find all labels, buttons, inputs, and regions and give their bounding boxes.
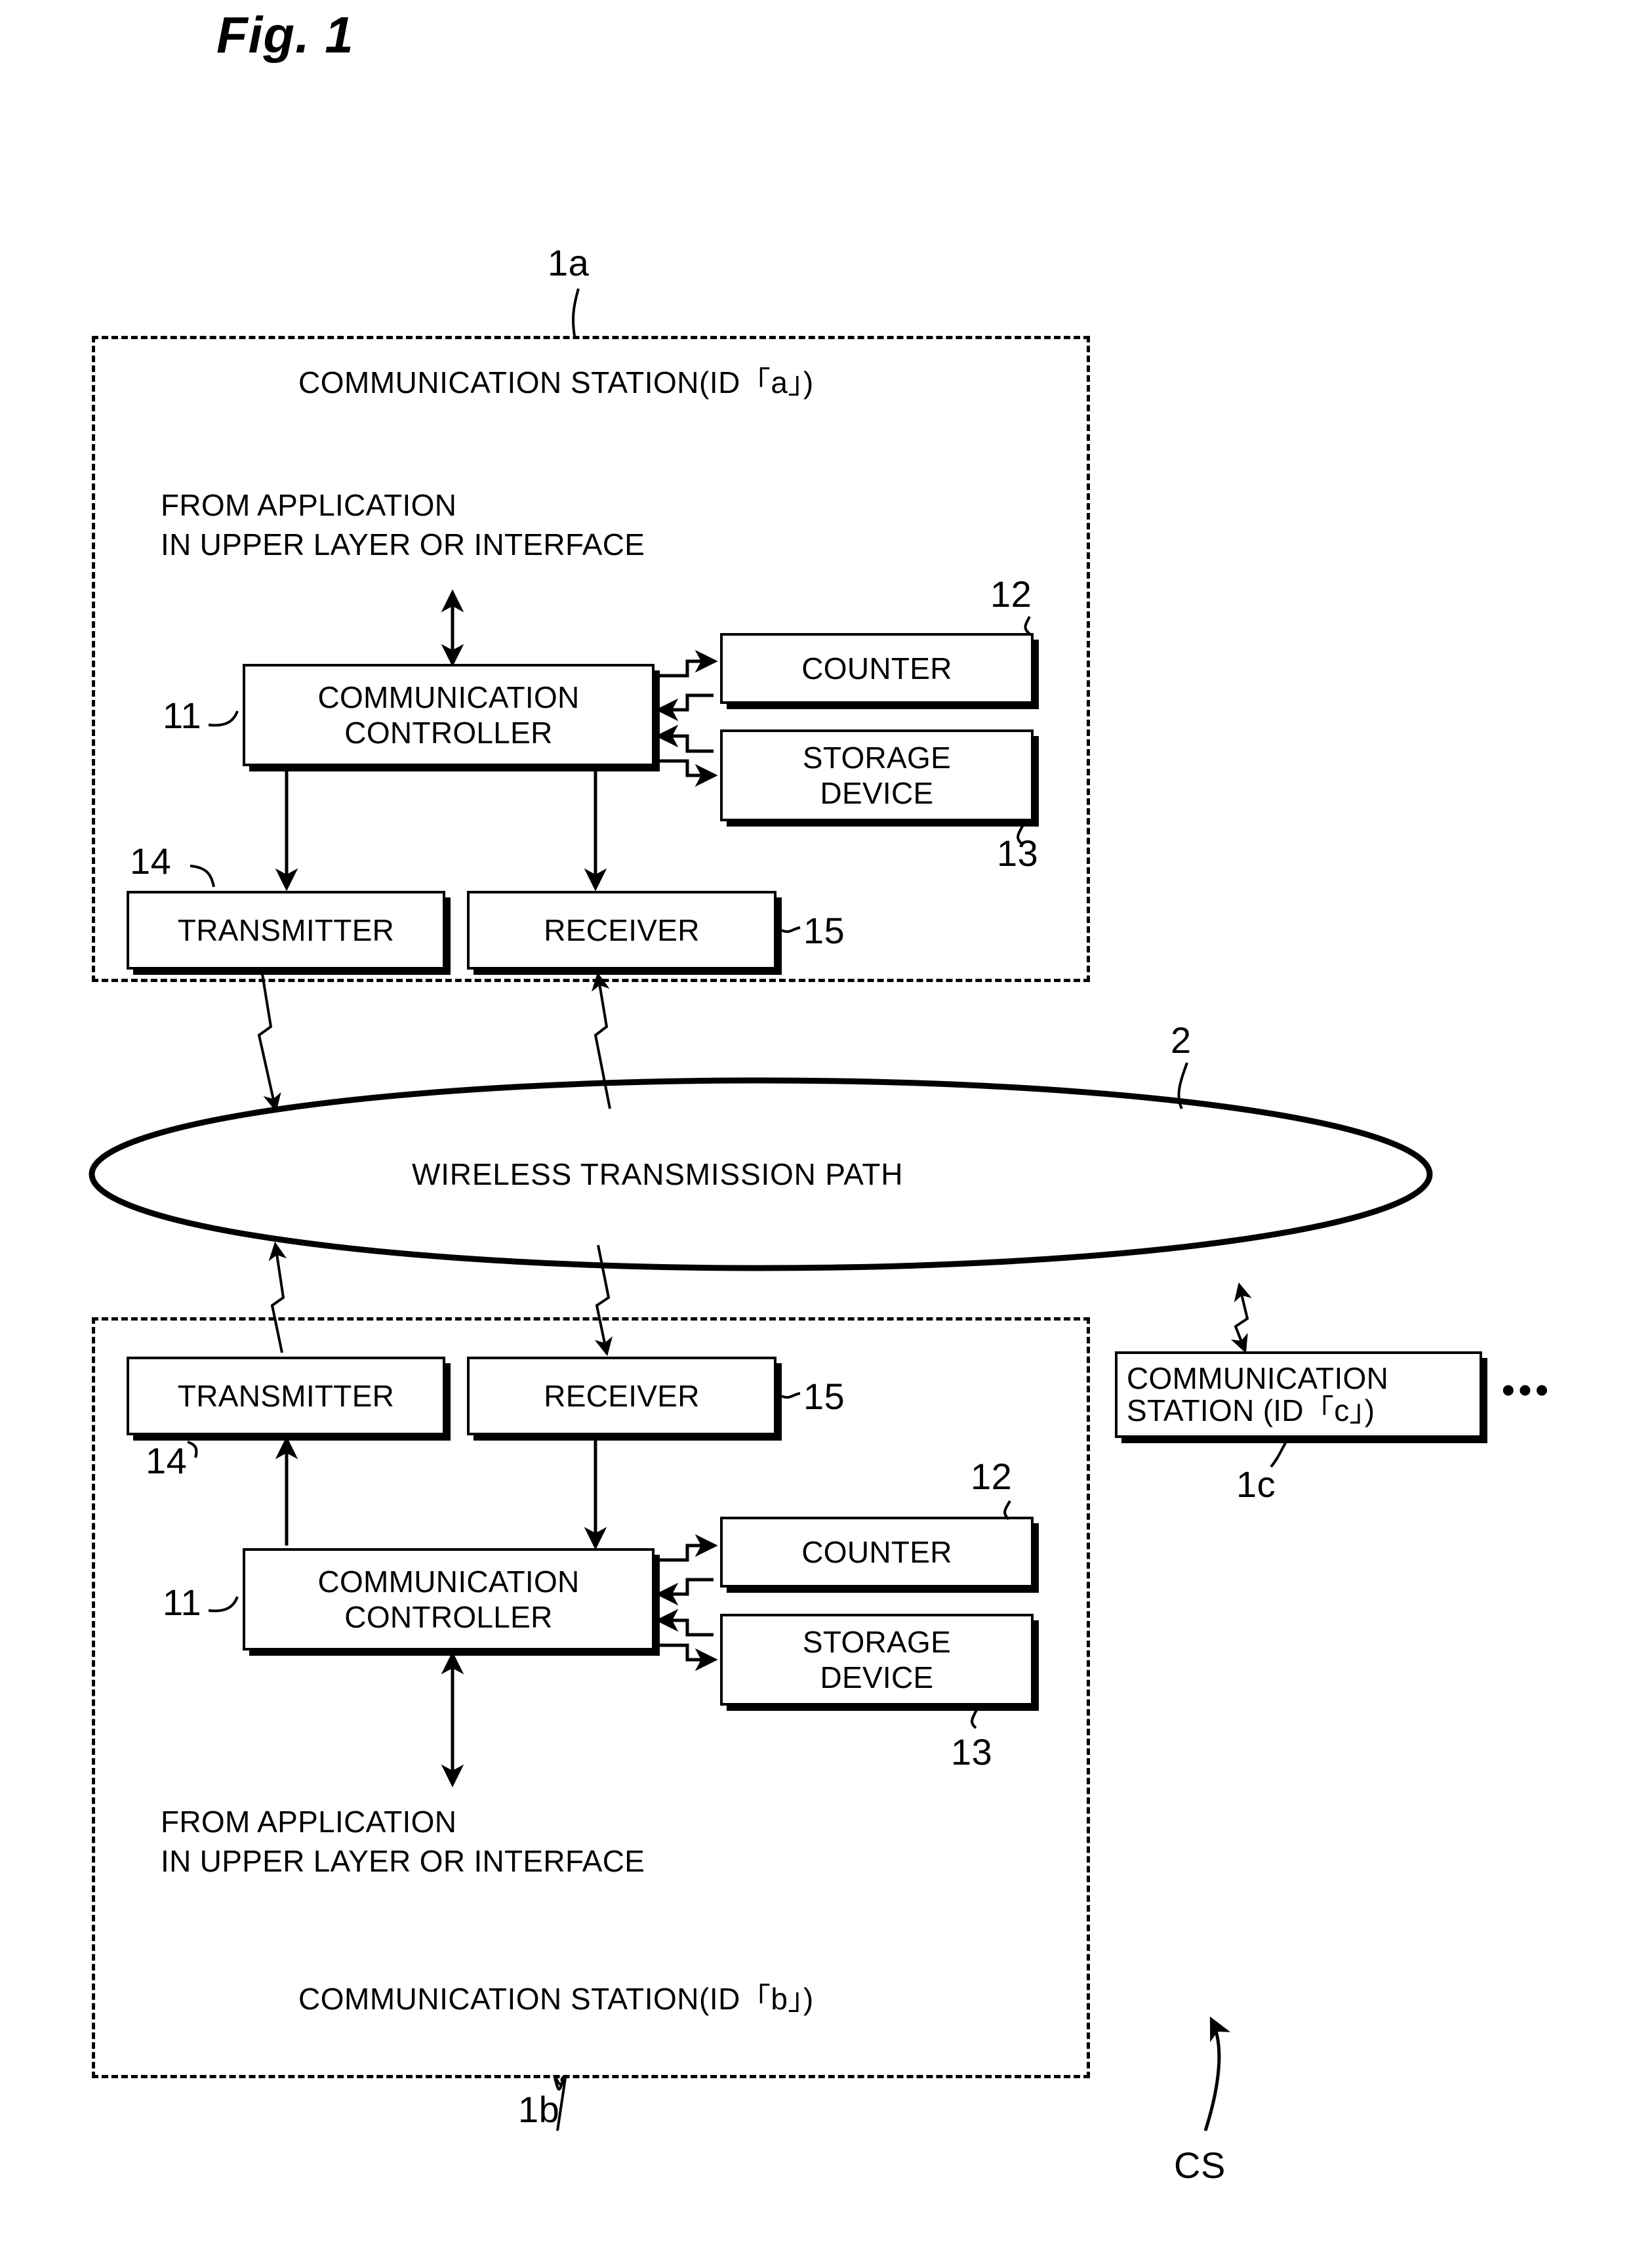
leader-cs-arrow: [1203, 2017, 1231, 2131]
leader-1a: [572, 288, 580, 337]
leader-b-13: [971, 1708, 978, 1729]
rf-link-b-receive: [594, 1244, 613, 1357]
arrow-a-controller-to-storage: [657, 759, 718, 787]
leader-a-13: [1017, 825, 1024, 845]
leader-1c: [1270, 1440, 1288, 1468]
arrow-a-controller-to-counter: [657, 649, 718, 678]
leader-a-15: [781, 926, 801, 933]
rf-link-a-receive: [592, 972, 611, 1109]
arrow-b-controller-to-counter: [657, 1534, 718, 1562]
connector-layer: [89, 288, 1433, 2131]
arrow-a-storage-to-controller: [655, 724, 714, 753]
arrow-b-storage-to-controller: [655, 1609, 714, 1637]
rf-link-a-transmit: [257, 974, 281, 1113]
wireless-transmission-path-ellipse: [89, 1077, 1433, 1271]
leader-a-12: [1024, 616, 1032, 636]
leader-b-12: [1003, 1500, 1011, 1521]
rf-link-b-transmit: [268, 1241, 287, 1353]
leader-a-14: [190, 865, 215, 888]
leader-b-14: [187, 1441, 198, 1458]
arrow-b-controller-to-storage: [657, 1643, 718, 1671]
leader-b-11: [208, 1596, 239, 1612]
leader-b-15: [781, 1392, 801, 1399]
figure-canvas: Fig. 1 1a COMMUNICATION STATION(ID「a」) F…: [0, 0, 1652, 2256]
arrow-b-counter-to-controller: [655, 1578, 714, 1606]
arrow-a-counter-to-controller: [655, 693, 714, 722]
leader-a-11: [208, 710, 239, 727]
rf-link-c-bidirectional: [1230, 1282, 1252, 1353]
